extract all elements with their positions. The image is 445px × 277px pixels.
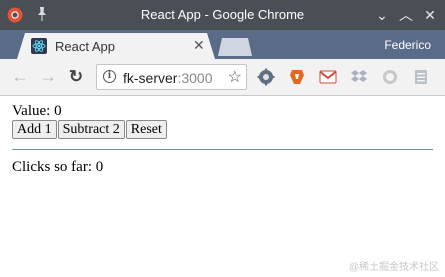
react-favicon-icon (31, 38, 47, 54)
profile-name[interactable]: Federico (384, 38, 431, 52)
minimize-button[interactable]: ⌄ (372, 5, 392, 25)
bookmark-star-icon[interactable]: ☆ (228, 67, 242, 87)
browser-toolbar: ← → ↻ i fk-server:3000 ☆ (0, 59, 445, 96)
menu-extension-icon[interactable] (412, 68, 430, 86)
maximize-button[interactable]: ︿ (396, 5, 416, 25)
divider (12, 149, 433, 150)
tab-react-app[interactable]: React App ✕ (17, 33, 215, 59)
gmail-extension-icon[interactable] (319, 68, 337, 86)
address-bar[interactable]: i fk-server:3000 ☆ (96, 64, 247, 90)
close-window-button[interactable]: ✕ (420, 5, 440, 25)
info-icon[interactable]: i (103, 70, 116, 83)
reload-icon[interactable]: ↻ (66, 67, 86, 87)
window-titlebar: React App - Google Chrome ⌄ ︿ ✕ (0, 0, 445, 30)
watermark: @稀土掘金技术社区 (348, 262, 439, 273)
url-host: fk-server (123, 70, 178, 86)
url-text: fk-server:3000 (123, 70, 213, 86)
reset-button[interactable]: Reset (125, 120, 167, 139)
value-display: Value: 0 (12, 103, 62, 119)
new-tab-button[interactable] (218, 38, 252, 56)
dropbox-extension-icon[interactable] (350, 68, 368, 86)
back-icon[interactable]: ← (10, 67, 30, 87)
gear-extension-icon[interactable] (257, 68, 275, 86)
clicks-counter: Clicks so far: 0 (12, 159, 104, 175)
tab-close-icon[interactable]: ✕ (193, 37, 205, 54)
add-1-button[interactable]: Add 1 (12, 120, 57, 139)
subtract-2-button[interactable]: Subtract 2 (57, 120, 125, 139)
tab-strip: React App ✕ Federico (0, 30, 445, 59)
button-row: Add 1 Subtract 2 Reset (12, 120, 168, 139)
circle-extension-icon[interactable] (381, 68, 399, 86)
url-port: :3000 (177, 70, 213, 86)
forward-icon[interactable]: → (38, 67, 58, 87)
tab-label: React App (55, 39, 115, 54)
brave-extension-icon[interactable] (288, 68, 306, 86)
